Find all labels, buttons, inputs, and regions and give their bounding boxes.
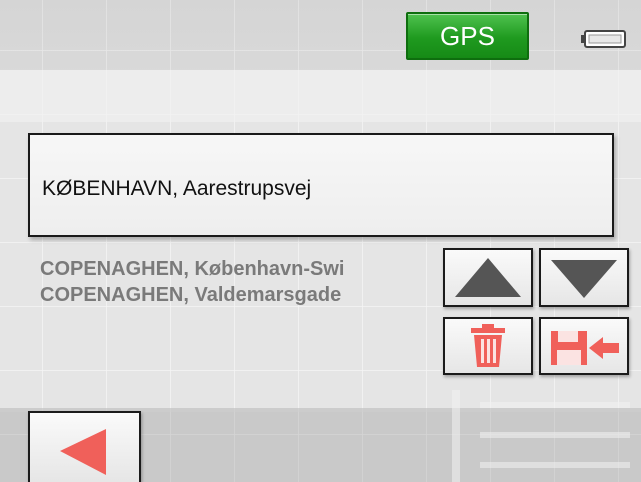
- back-arrow-icon: [60, 429, 106, 475]
- address-history-list: COPENAGHEN, København-Swi COPENAGHEN, Va…: [40, 256, 440, 308]
- back-button[interactable]: [28, 411, 141, 482]
- status-bar: GPS: [0, 0, 641, 70]
- light-band: [0, 70, 641, 122]
- arrow-up-icon: [455, 258, 521, 297]
- gps-label: GPS: [440, 21, 495, 51]
- history-item[interactable]: COPENAGHEN, København-Swi: [40, 256, 440, 282]
- save-icon: [551, 331, 619, 365]
- save-button[interactable]: [539, 317, 629, 375]
- history-item[interactable]: COPENAGHEN, Valdemarsgade: [40, 282, 440, 308]
- gps-status-badge: GPS: [406, 12, 529, 60]
- address-input[interactable]: KØBENHAVN, Aarestrupsvej: [28, 133, 614, 237]
- address-input-value: KØBENHAVN, Aarestrupsvej: [42, 177, 312, 200]
- scroll-down-button[interactable]: [539, 248, 629, 307]
- arrow-down-icon: [551, 260, 617, 298]
- map-decoration: [452, 390, 630, 482]
- scroll-up-button[interactable]: [443, 248, 533, 307]
- battery-icon: [581, 30, 626, 48]
- trash-icon: [471, 324, 505, 367]
- delete-button[interactable]: [443, 317, 533, 375]
